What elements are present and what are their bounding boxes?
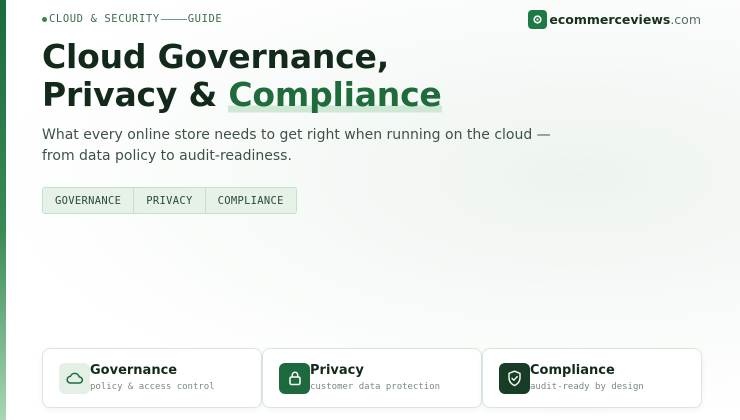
card-title: Compliance bbox=[530, 362, 615, 378]
lock-icon bbox=[279, 362, 310, 394]
eyebrow-type: GUIDE bbox=[187, 13, 223, 25]
eyebrow-divider bbox=[160, 18, 187, 20]
cloud-icon bbox=[59, 362, 90, 394]
chip-governance: GOVERNANCE bbox=[42, 187, 135, 214]
brand[interactable]: ecommerceviews .com bbox=[528, 9, 701, 29]
subtitle: What every online store needs to get rig… bbox=[42, 125, 602, 167]
card-title: Governance bbox=[90, 362, 178, 378]
card-subtitle: audit-ready by design bbox=[530, 381, 644, 392]
card-compliance: Compliance audit-ready by design bbox=[482, 348, 702, 408]
title-line-2-prefix: Privacy & bbox=[42, 75, 229, 114]
page-title: Cloud Governance, Privacy & Compliance bbox=[42, 38, 442, 114]
brand-name: ecommerceviews bbox=[549, 11, 671, 27]
subtitle-line-2: from data policy to audit-readiness. bbox=[42, 148, 292, 164]
feature-cards: Governance policy & access control Priva… bbox=[42, 348, 702, 408]
card-text: Governance policy & access control bbox=[90, 363, 215, 394]
chip-compliance: COMPLIANCE bbox=[204, 187, 297, 214]
card-text: Compliance audit-ready by design bbox=[530, 363, 644, 394]
card-subtitle: policy & access control bbox=[90, 381, 215, 392]
card-privacy: Privacy customer data protection bbox=[262, 348, 482, 408]
card-title: Privacy bbox=[310, 362, 364, 378]
card-text: Privacy customer data protection bbox=[310, 363, 440, 394]
accent-bar bbox=[0, 0, 6, 420]
eyebrow-category: CLOUD & SECURITY bbox=[49, 13, 160, 25]
eyebrow-dot bbox=[42, 16, 47, 22]
card-subtitle: customer data protection bbox=[310, 381, 441, 392]
eyebrow: CLOUD & SECURITY GUIDE bbox=[42, 12, 222, 26]
brand-tld: .com bbox=[670, 11, 701, 27]
shield-check-icon bbox=[499, 362, 530, 394]
title-highlight: Compliance bbox=[228, 75, 442, 114]
topic-chips: GOVERNANCE PRIVACY COMPLIANCE bbox=[42, 187, 297, 214]
subtitle-line-1: What every online store needs to get rig… bbox=[42, 127, 551, 143]
title-line-1: Cloud Governance, bbox=[42, 37, 390, 76]
brand-logo-icon bbox=[528, 9, 548, 29]
card-governance: Governance policy & access control bbox=[42, 348, 262, 408]
chip-privacy: PRIVACY bbox=[133, 187, 206, 214]
